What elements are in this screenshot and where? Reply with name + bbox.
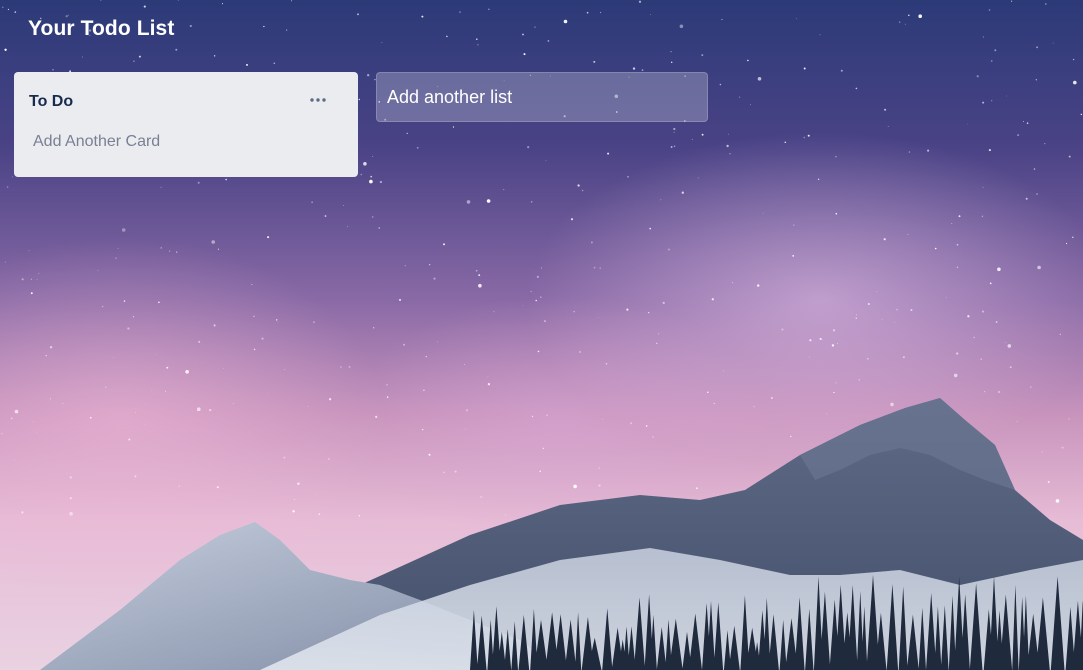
board-title: Your Todo List [28, 17, 175, 40]
more-horizontal-icon[interactable] [304, 90, 332, 110]
list-title[interactable]: To Do [29, 93, 73, 111]
board-background: Your Todo List To Do Add Another Card Ad… [0, 0, 1083, 670]
todo-list-column: To Do Add Another Card [14, 72, 358, 177]
add-list-input[interactable]: Add another list [376, 72, 708, 122]
add-card-button[interactable]: Add Another Card [33, 133, 160, 151]
